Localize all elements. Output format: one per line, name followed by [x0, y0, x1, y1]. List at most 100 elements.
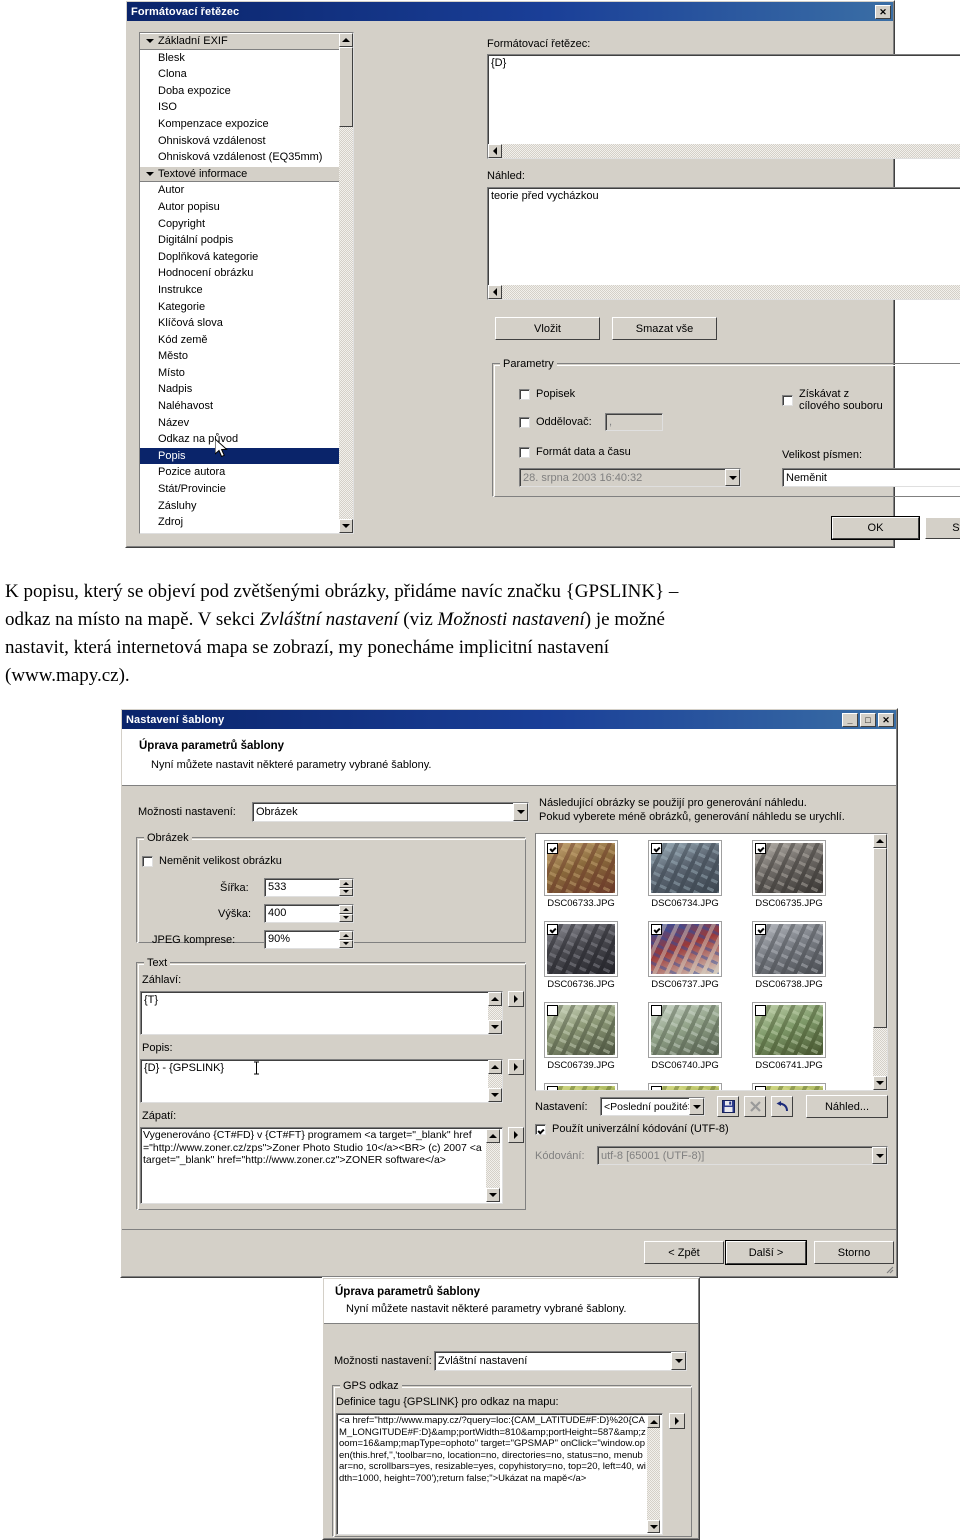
- thumbnail-checkbox[interactable]: [547, 843, 558, 854]
- scroll-down-icon[interactable]: [873, 1076, 887, 1090]
- thumbnail-item[interactable]: DSC06737.JPG: [648, 921, 722, 990]
- list-item[interactable]: Naléhavost: [140, 398, 339, 415]
- thumbnail-checkbox[interactable]: [547, 1086, 558, 1090]
- scroll-down-icon[interactable]: [488, 1020, 502, 1034]
- scroll-up-icon[interactable]: [486, 1129, 500, 1143]
- checkbox-icon[interactable]: [519, 388, 530, 400]
- preview-textarea[interactable]: teorie před vycházkou: [487, 187, 960, 300]
- list-item[interactable]: Nadpis: [140, 381, 339, 398]
- settings-options-combo[interactable]: Obrázek: [252, 802, 529, 822]
- list-item[interactable]: Kompenzace expozice: [140, 116, 339, 133]
- height-input[interactable]: 400: [264, 904, 354, 923]
- scroll-up-icon[interactable]: [488, 1060, 502, 1074]
- thumbnail-image[interactable]: [544, 921, 618, 977]
- thumbnail-image[interactable]: [648, 1083, 722, 1090]
- minimize-icon[interactable]: _: [842, 712, 858, 727]
- thumbnail-image[interactable]: [752, 1083, 826, 1090]
- scroll-down-icon[interactable]: [647, 1520, 660, 1533]
- gps-vscroll[interactable]: [647, 1415, 660, 1533]
- gps-expand-button[interactable]: [669, 1413, 685, 1429]
- checkbox-icon[interactable]: [782, 394, 793, 406]
- scrollbar-track[interactable]: [488, 1006, 502, 1020]
- checkbox-popisek[interactable]: Popisek: [519, 388, 575, 400]
- checkbox-format-datetime[interactable]: Formát data a času: [519, 446, 631, 458]
- datetime-format-combo[interactable]: 28. srpna 2003 16:40:32: [519, 468, 741, 487]
- list-item[interactable]: Zdroj: [140, 514, 339, 531]
- checkbox-no-resize[interactable]: Neměnit velikost obrázku: [142, 855, 282, 867]
- thumbnail-image[interactable]: [648, 840, 722, 896]
- ok-button[interactable]: OK: [832, 517, 919, 539]
- thumbnail-item[interactable]: DSC06733.JPG: [544, 840, 618, 909]
- scrollbar-track[interactable]: [486, 1143, 500, 1188]
- list-item[interactable]: Město: [140, 348, 339, 365]
- thumbnail-item[interactable]: DSC06735.JPG: [752, 840, 826, 909]
- footer-textarea[interactable]: Vygenerováno {CT#FD} v {CT#FT} programem…: [140, 1127, 503, 1204]
- list-item[interactable]: Ohnisková vzdálenost: [140, 133, 339, 150]
- thumbnail-item[interactable]: DSC06736.JPG: [544, 921, 618, 990]
- list-item[interactable]: Stát/Provincie: [140, 481, 339, 498]
- checkbox-oddelovac[interactable]: Oddělovač:: [519, 416, 592, 428]
- scrollbar-track[interactable]: [339, 127, 353, 519]
- list-item[interactable]: Doplňková kategorie: [140, 249, 339, 266]
- jpeg-quality-stepper[interactable]: [339, 931, 353, 948]
- thumbnail-checkbox[interactable]: [755, 1005, 766, 1016]
- list-item[interactable]: Doba expozice: [140, 83, 339, 100]
- scroll-up-icon[interactable]: [488, 992, 502, 1006]
- list-item[interactable]: Autor: [140, 182, 339, 199]
- scrollbar-thumb[interactable]: [873, 848, 887, 1028]
- chevron-down-icon[interactable]: [146, 172, 154, 177]
- thumbnail-checkbox[interactable]: [547, 1005, 558, 1016]
- thumbnail-image[interactable]: [752, 921, 826, 977]
- thumbnail-item[interactable]: DSC06739.JPG: [544, 1002, 618, 1071]
- resize-grip-icon[interactable]: [882, 1262, 894, 1274]
- gps-tag-textarea[interactable]: <a href="http://www.mapy.cz/?query=loc:{…: [336, 1413, 663, 1535]
- scrollbar-thumb[interactable]: [339, 47, 353, 127]
- thumbnail-checkbox[interactable]: [755, 924, 766, 935]
- checkbox-ziskavat[interactable]: Získávat z cílového souboru: [782, 388, 893, 412]
- list-group-header[interactable]: Textové informace: [140, 165, 339, 183]
- next-button[interactable]: Další >: [726, 1241, 806, 1264]
- back-button[interactable]: < Zpět: [644, 1241, 724, 1264]
- jpeg-quality-input[interactable]: 90%: [264, 930, 354, 949]
- letter-case-combo[interactable]: Neměnit: [782, 468, 960, 487]
- close-icon[interactable]: ✕: [875, 4, 891, 19]
- chevron-down-icon[interactable]: [671, 1352, 686, 1370]
- list-item[interactable]: Odkaz na původ: [140, 431, 339, 448]
- thumbnail-item[interactable]: DSC06734.JPG: [648, 840, 722, 909]
- preset-combo[interactable]: <Poslední použité>: [600, 1097, 705, 1116]
- scrollbar-track[interactable]: [873, 1028, 887, 1076]
- list-item[interactable]: Hodnocení obrázku: [140, 265, 339, 282]
- checkbox-icon[interactable]: [142, 855, 153, 867]
- list-item[interactable]: Kód země: [140, 332, 339, 349]
- encoding-combo[interactable]: utf-8 [65001 (UTF-8)]: [597, 1146, 888, 1165]
- scroll-up-icon[interactable]: [647, 1415, 660, 1428]
- scroll-down-icon[interactable]: [488, 1088, 502, 1102]
- thumbnail-checkbox[interactable]: [651, 1005, 662, 1016]
- list-item[interactable]: Blesk: [140, 50, 339, 67]
- checkbox-icon[interactable]: [519, 416, 530, 428]
- scrollbar-track[interactable]: [488, 1074, 502, 1088]
- list-item[interactable]: Ohnisková vzdálenost (EQ35mm): [140, 149, 339, 166]
- footer-vscroll[interactable]: [486, 1129, 500, 1202]
- scroll-left-icon[interactable]: [488, 285, 502, 299]
- footer-expand-button[interactable]: [508, 1127, 524, 1143]
- chevron-down-icon[interactable]: [513, 803, 528, 821]
- thumbnail-item[interactable]: DSC06738.JPG: [752, 921, 826, 990]
- list-item[interactable]: Popis: [140, 447, 339, 465]
- checkbox-icon[interactable]: [535, 1123, 546, 1135]
- chevron-down-icon[interactable]: [872, 1147, 887, 1164]
- tag-listbox[interactable]: Základní EXIF Blesk Clona Doba expozice ISO K…: [139, 32, 354, 534]
- close-icon[interactable]: ✕: [878, 712, 894, 727]
- thumbnail-item[interactable]: [752, 1083, 826, 1090]
- undo-preset-button[interactable]: [771, 1096, 793, 1117]
- insert-button[interactable]: Vložit: [495, 317, 600, 340]
- cancel-button[interactable]: Storno: [925, 517, 960, 539]
- list-item[interactable]: Copyright: [140, 216, 339, 233]
- list-item[interactable]: Autor popisu: [140, 199, 339, 216]
- thumbnail-checkbox[interactable]: [755, 843, 766, 854]
- list-item[interactable]: Místo: [140, 365, 339, 382]
- save-preset-button[interactable]: [717, 1096, 739, 1117]
- maximize-icon[interactable]: □: [860, 712, 876, 727]
- thumbnail-item[interactable]: [648, 1083, 722, 1090]
- header-textarea[interactable]: {T}: [140, 991, 503, 1035]
